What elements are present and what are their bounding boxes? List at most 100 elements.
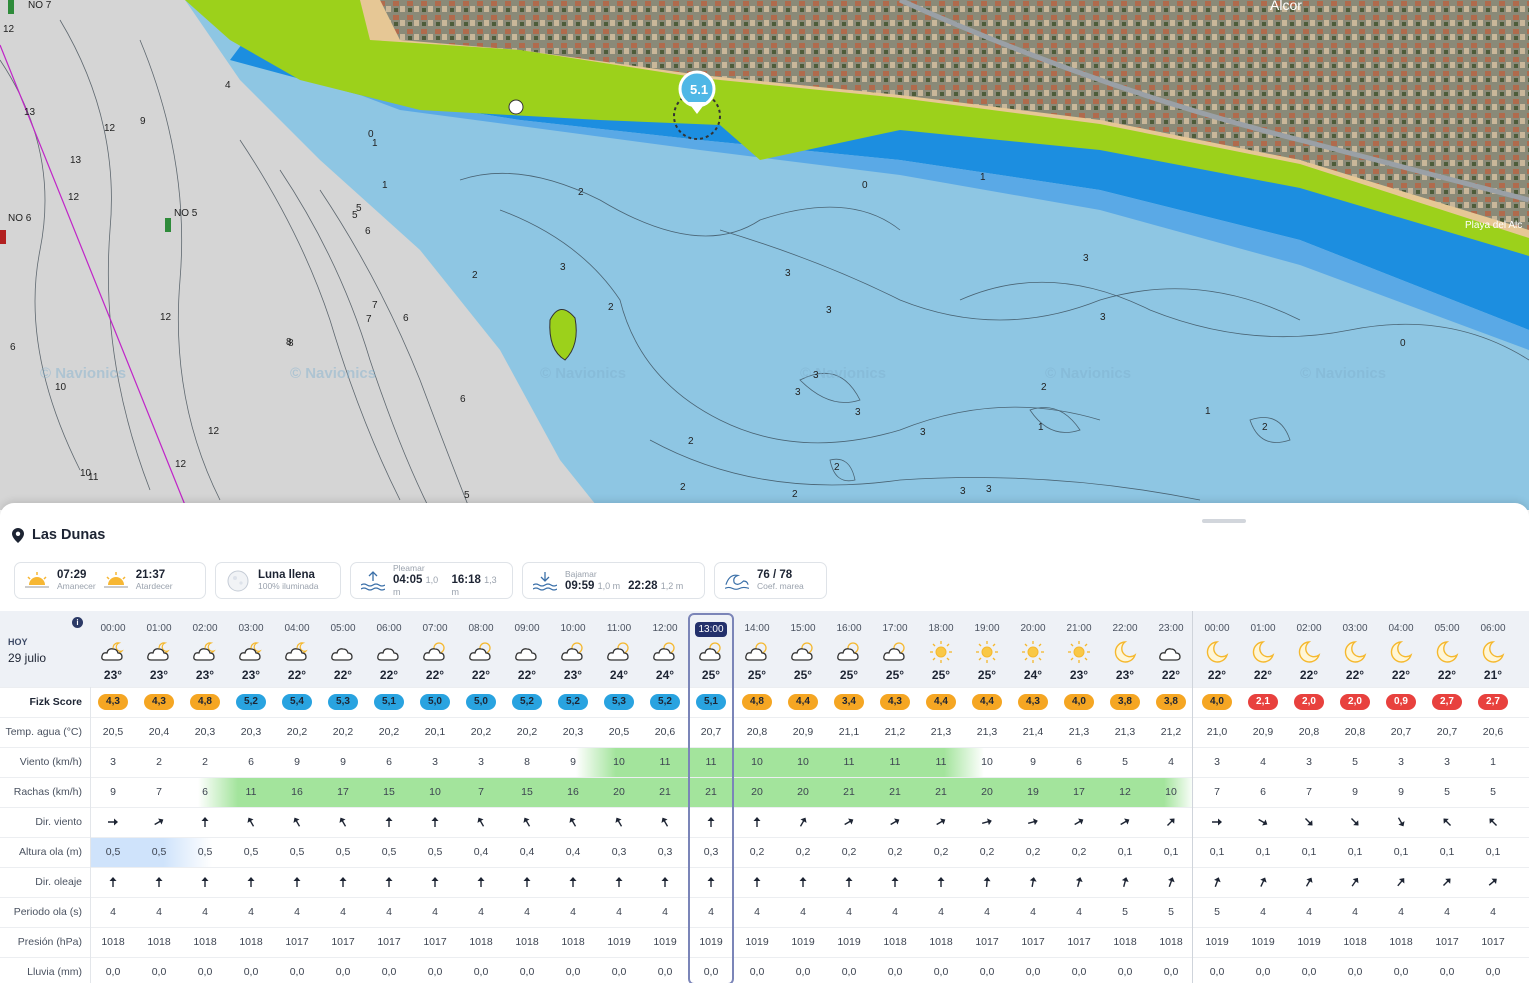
fizk-score-badge: 4,3 (144, 694, 174, 710)
pressure-value: 1018 (929, 936, 953, 948)
gusts-value: 17 (1073, 786, 1085, 798)
wind-value: 2 (202, 756, 208, 768)
hour-label[interactable]: 14:00 (734, 623, 780, 634)
low-tide-time-2: 22:28 (628, 580, 658, 592)
row-label-wave-dir: Dir. oleaje (35, 876, 82, 888)
fizk-score-badge: 5,2 (650, 694, 680, 710)
hour-label[interactable]: 20:00 (1010, 623, 1056, 634)
hour-label[interactable]: 22:00 (1102, 623, 1148, 634)
wind-value: 3 (110, 756, 116, 768)
rain-value: 0,0 (197, 966, 213, 978)
selected-hour-column[interactable] (688, 613, 734, 983)
hour-label[interactable]: 07:00 (412, 623, 458, 634)
map-depth-label: 3 (1100, 312, 1106, 323)
wind-direction-arrow-icon (458, 815, 504, 829)
map-depth-label: 3 (920, 427, 926, 438)
hour-label[interactable]: 02:00 (1286, 623, 1332, 634)
map-depth-label: 6 (365, 226, 371, 237)
hour-label[interactable]: 00:00 (1194, 623, 1240, 634)
wind-direction-arrow-icon (1010, 815, 1056, 829)
hour-label[interactable]: 01:00 (136, 623, 182, 634)
moon-card[interactable]: Luna llena 100% iluminada (215, 562, 341, 599)
drag-handle[interactable] (1202, 519, 1246, 523)
wave-period-value: 4 (432, 906, 438, 918)
hour-label[interactable]: 23:00 (1148, 623, 1194, 634)
gusts-value: 17 (337, 786, 349, 798)
wave-height-value: 0,5 (197, 846, 213, 858)
hour-label[interactable]: 03:00 (1332, 623, 1378, 634)
fizk-score-badge: 4,3 (98, 694, 128, 710)
tide-coefficient-value: 76 / 78 (757, 569, 793, 581)
hour-label[interactable]: 10:00 (550, 623, 596, 634)
tide-coefficient-card[interactable]: 76 / 78 Coef. marea (714, 562, 827, 599)
wind-value: 3 (432, 756, 438, 768)
water-temp-value: 21,3 (976, 726, 998, 738)
hour-label[interactable]: 19:00 (964, 623, 1010, 634)
wind-value: 10 (751, 756, 763, 768)
hour-label[interactable]: 04:00 (274, 623, 320, 634)
map-depth-label: 4 (225, 80, 231, 91)
hour-label[interactable]: 15:00 (780, 623, 826, 634)
hour-label[interactable]: 12:00 (642, 623, 688, 634)
today-label: HOY (8, 637, 28, 647)
water-temp-value: 21,2 (884, 726, 906, 738)
rain-value: 0,0 (979, 966, 995, 978)
gusts-value: 6 (1260, 786, 1266, 798)
info-icon[interactable]: i (72, 617, 83, 628)
hour-label[interactable]: 06:00 (1470, 623, 1516, 634)
wave-height-value: 0,5 (427, 846, 443, 858)
wave-direction-arrow-icon (90, 875, 136, 889)
wave-height-value: 0,1 (1163, 846, 1179, 858)
water-temp-value: 20,9 (792, 726, 814, 738)
hour-label[interactable]: 21:00 (1056, 623, 1102, 634)
wave-direction-arrow-icon (228, 875, 274, 889)
hour-label[interactable]: 02:00 (182, 623, 228, 634)
hour-label[interactable]: 00:00 (90, 623, 136, 634)
pressure-value: 1019 (1297, 936, 1321, 948)
nautical-chart-map[interactable]: © Navionics © Navionics © Navionics © Na… (0, 0, 1529, 510)
high-tide-card[interactable]: Pleamar 04:05 1,0 m 16:18 1,3 m (350, 562, 513, 599)
map-buoy-label: NO 5 (174, 208, 198, 219)
low-tide-height-2: 1,2 m (660, 581, 684, 591)
sun-card[interactable]: 07:29 Amanecer 21:37 Atardecer (14, 562, 206, 599)
fizk-score-badge: 4,3 (880, 694, 910, 710)
air-temperature: 23° (563, 668, 583, 682)
wind-value: 5 (1352, 756, 1358, 768)
hour-label[interactable]: 08:00 (458, 623, 504, 634)
wind-value: 9 (1030, 756, 1036, 768)
hour-label[interactable]: 18:00 (918, 623, 964, 634)
gusts-value: 5 (1490, 786, 1496, 798)
hour-label[interactable]: 06:00 (366, 623, 412, 634)
hour-label[interactable]: 17:00 (872, 623, 918, 634)
wind-direction-arrow-icon (136, 815, 182, 829)
gusts-value: 10 (429, 786, 441, 798)
high-tide-time-2: 16:18 (451, 574, 481, 586)
partly-cloudy-icon (412, 640, 458, 666)
map-marker-label[interactable]: 5.1 (690, 82, 708, 97)
wind-direction-arrow-icon (780, 815, 826, 829)
hourly-forecast-table[interactable]: i HOY 29 julio Fizk Score Temp. agua (°C)… (0, 611, 1529, 983)
wave-height-value: 0,2 (795, 846, 811, 858)
wave-height-value: 0,5 (335, 846, 351, 858)
rain-value: 0,0 (1025, 966, 1041, 978)
map-depth-label: 2 (578, 187, 584, 198)
pressure-value: 1019 (653, 936, 677, 948)
hour-label[interactable]: 04:00 (1378, 623, 1424, 634)
gusts-value: 15 (521, 786, 533, 798)
map-watermark: © Navionics (40, 365, 126, 382)
wave-height-value: 0,5 (151, 846, 167, 858)
hour-label[interactable]: 01:00 (1240, 623, 1286, 634)
hour-label[interactable]: 03:00 (228, 623, 274, 634)
hour-label[interactable]: 05:00 (1424, 623, 1470, 634)
row-label-wave-height: Altura ola (m) (18, 846, 82, 858)
water-temp-value: 20,7 (1390, 726, 1412, 738)
hour-label[interactable]: 05:00 (320, 623, 366, 634)
wave-direction-arrow-icon (136, 875, 182, 889)
low-tide-card[interactable]: Bajamar 09:59 1,0 m 22:28 1,2 m (522, 562, 705, 599)
water-temp-value: 21,0 (1206, 726, 1228, 738)
hour-label[interactable]: 09:00 (504, 623, 550, 634)
pressure-value: 1019 (745, 936, 769, 948)
hour-label[interactable]: 11:00 (596, 623, 642, 634)
row-divider (0, 747, 1529, 748)
hour-label[interactable]: 16:00 (826, 623, 872, 634)
